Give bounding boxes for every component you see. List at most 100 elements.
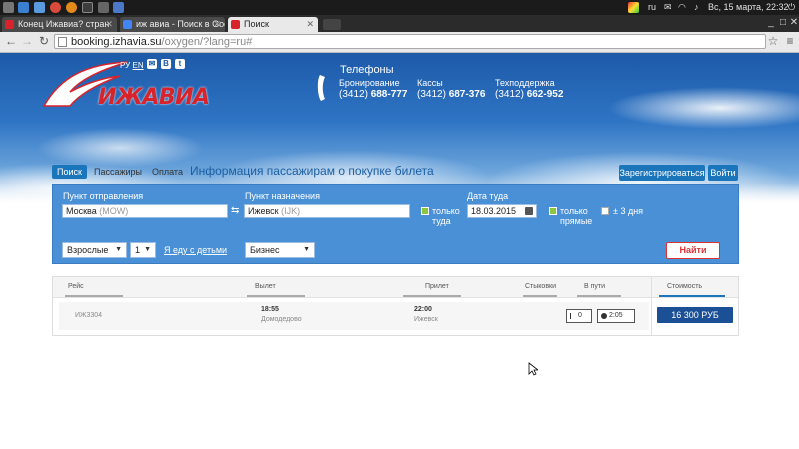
bookmark-star-icon[interactable]: ☆ — [766, 34, 780, 48]
back-icon[interactable]: ← — [4, 34, 18, 48]
phone-booking: Бронирование (3412) 688-777 — [339, 78, 407, 100]
find-button[interactable]: Найти — [666, 242, 720, 259]
col-departure[interactable]: Вылет — [255, 283, 276, 290]
clock[interactable]: Вс, 15 марта, 22:32 — [708, 2, 789, 12]
minimize-icon[interactable]: _ — [766, 18, 776, 28]
departure-time: 18:55 — [261, 306, 279, 313]
passenger-type-select[interactable]: Взрослые ▼ — [62, 242, 127, 258]
tab-title: Поиск — [244, 19, 269, 29]
from-input[interactable]: Москва (MOW) — [62, 204, 228, 218]
kids-link[interactable]: Я еду с детьми — [164, 245, 227, 255]
arrival-city: Ижевск — [414, 316, 438, 323]
folder-icon[interactable] — [34, 2, 45, 13]
stops-chip: 0 — [566, 309, 592, 323]
chevron-down-icon: ▼ — [144, 246, 151, 253]
departure-airport: Домодедово — [261, 316, 302, 323]
close-tab-icon[interactable]: ✕ — [213, 17, 221, 32]
phone-cashier: Кассы (3412) 687-376 — [417, 78, 485, 100]
col-price[interactable]: Стоимость — [667, 283, 702, 290]
browser-toolbar: ← → ↻ booking.izhavia.su/oxygen/?lang=ru… — [0, 32, 799, 53]
url-path: /oxygen/?lang=ru# — [161, 36, 253, 48]
phone-icon — [317, 75, 325, 101]
settings-icon[interactable] — [98, 2, 109, 13]
to-input[interactable]: Ижевск (IJK) — [244, 204, 410, 218]
cabin-class-select[interactable]: Бизнес ▼ — [245, 242, 315, 258]
oneway-label: только туда — [432, 206, 460, 226]
new-tab-button[interactable] — [323, 19, 341, 30]
oneway-checkbox[interactable] — [421, 207, 429, 215]
maximize-icon[interactable]: □ — [778, 18, 788, 28]
from-code: (MOW) — [99, 206, 129, 216]
logo-text: ИЖАВИА — [98, 85, 210, 110]
volume-icon[interactable]: ♪ — [694, 2, 699, 12]
favicon-icon — [231, 20, 240, 29]
tab-payment[interactable]: Оплата — [152, 165, 183, 179]
wifi-icon[interactable]: ◠ — [678, 2, 686, 13]
browser-tab-active[interactable]: Поиск ✕ — [228, 17, 318, 32]
flight-number: ИЖ3304 — [75, 312, 103, 319]
phone-code: (3412) — [339, 89, 368, 100]
close-tab-icon[interactable]: ✕ — [105, 17, 113, 32]
passenger-count-select[interactable]: 1 ▼ — [130, 242, 156, 258]
browser-tab[interactable]: Конец Ижавиа? стран ✕ — [2, 17, 117, 32]
col-flight[interactable]: Рейс — [68, 283, 84, 290]
terminal-icon[interactable] — [82, 2, 93, 13]
browser-tab[interactable]: иж авиа - Поиск в Goo ✕ — [120, 17, 225, 32]
to-label: Пункт назначения — [245, 191, 320, 201]
favicon-icon — [5, 20, 14, 29]
chevron-down-icon: ▼ — [303, 246, 310, 253]
tab-title: иж авиа - Поиск в Goo — [136, 19, 225, 29]
mouse-cursor-icon — [528, 362, 538, 376]
page-content: ИЖАВИА РУ EN ✉ B t Телефоны Бронирование… — [0, 53, 799, 449]
app-launcher-icon[interactable] — [18, 2, 29, 13]
col-duration[interactable]: В пути — [584, 283, 605, 290]
table-row[interactable]: ИЖ3304 18:55 Домодедово 22:00 Ижевск 0 2… — [59, 302, 649, 330]
calendar-icon[interactable] — [525, 207, 533, 215]
menu-icon[interactable] — [3, 2, 14, 13]
lang-en-link[interactable]: EN — [132, 61, 143, 70]
reload-icon[interactable]: ↻ — [37, 34, 51, 48]
mail-icon[interactable]: ✉ — [664, 2, 672, 13]
price-select-button[interactable]: 16 300 РУБ — [657, 307, 733, 323]
close-tab-icon[interactable]: ✕ — [306, 17, 314, 32]
phone-support: Техподдержка (3412) 662-952 — [495, 78, 563, 100]
col-connections[interactable]: Стыковки — [525, 283, 556, 290]
email-icon[interactable]: ✉ — [147, 59, 157, 69]
phone-label: Техподдержка — [495, 78, 555, 88]
register-button[interactable]: Зарегистрироваться — [619, 165, 705, 181]
power-icon[interactable]: ⏻ — [788, 2, 795, 13]
tab-passengers[interactable]: Пассажиры — [94, 165, 142, 179]
col-arrival[interactable]: Прилет — [425, 283, 449, 290]
flex-dates-label: ± 3 дня — [613, 206, 644, 216]
firefox-icon[interactable] — [66, 2, 77, 13]
results-table: Рейс Вылет Прилет Стыковки В пути Стоимо… — [52, 276, 739, 336]
page-icon — [58, 37, 67, 47]
info-link[interactable]: Информация пассажирам о покупке билета — [190, 164, 434, 178]
address-bar[interactable]: booking.izhavia.su/oxygen/?lang=ru# — [54, 34, 766, 49]
phone-code: (3412) — [495, 89, 524, 100]
phones-title: Телефоны — [340, 64, 394, 76]
flex-dates-checkbox[interactable] — [601, 207, 609, 215]
chevron-down-icon: ▼ — [115, 246, 122, 253]
chrome-menu-icon[interactable]: ≡ — [783, 34, 797, 48]
to-code: (IJK) — [281, 206, 301, 216]
date-label: Дата туда — [467, 191, 509, 201]
tab-search[interactable]: Поиск — [52, 165, 87, 179]
to-city: Ижевск — [248, 206, 279, 216]
from-city: Москва — [66, 206, 97, 216]
lang-ru-link[interactable]: РУ — [120, 61, 130, 70]
url-host: booking.izhavia.su — [71, 36, 162, 48]
phone-number: 687-376 — [448, 89, 486, 100]
close-window-icon[interactable]: ✕ — [789, 18, 799, 28]
phone-number: 688-777 — [370, 89, 408, 100]
login-button[interactable]: Войти — [708, 165, 738, 181]
direct-only-checkbox[interactable] — [549, 207, 557, 215]
vk-icon[interactable]: B — [161, 59, 171, 69]
chrome-icon[interactable] — [50, 2, 61, 13]
twitter-icon[interactable]: t — [175, 59, 185, 69]
forward-icon[interactable]: → — [20, 34, 34, 48]
phone-number: 662-952 — [526, 89, 564, 100]
files-icon[interactable] — [113, 2, 124, 13]
swap-icon[interactable]: ⇆ — [231, 205, 239, 216]
keyboard-layout[interactable]: ru — [648, 2, 656, 12]
